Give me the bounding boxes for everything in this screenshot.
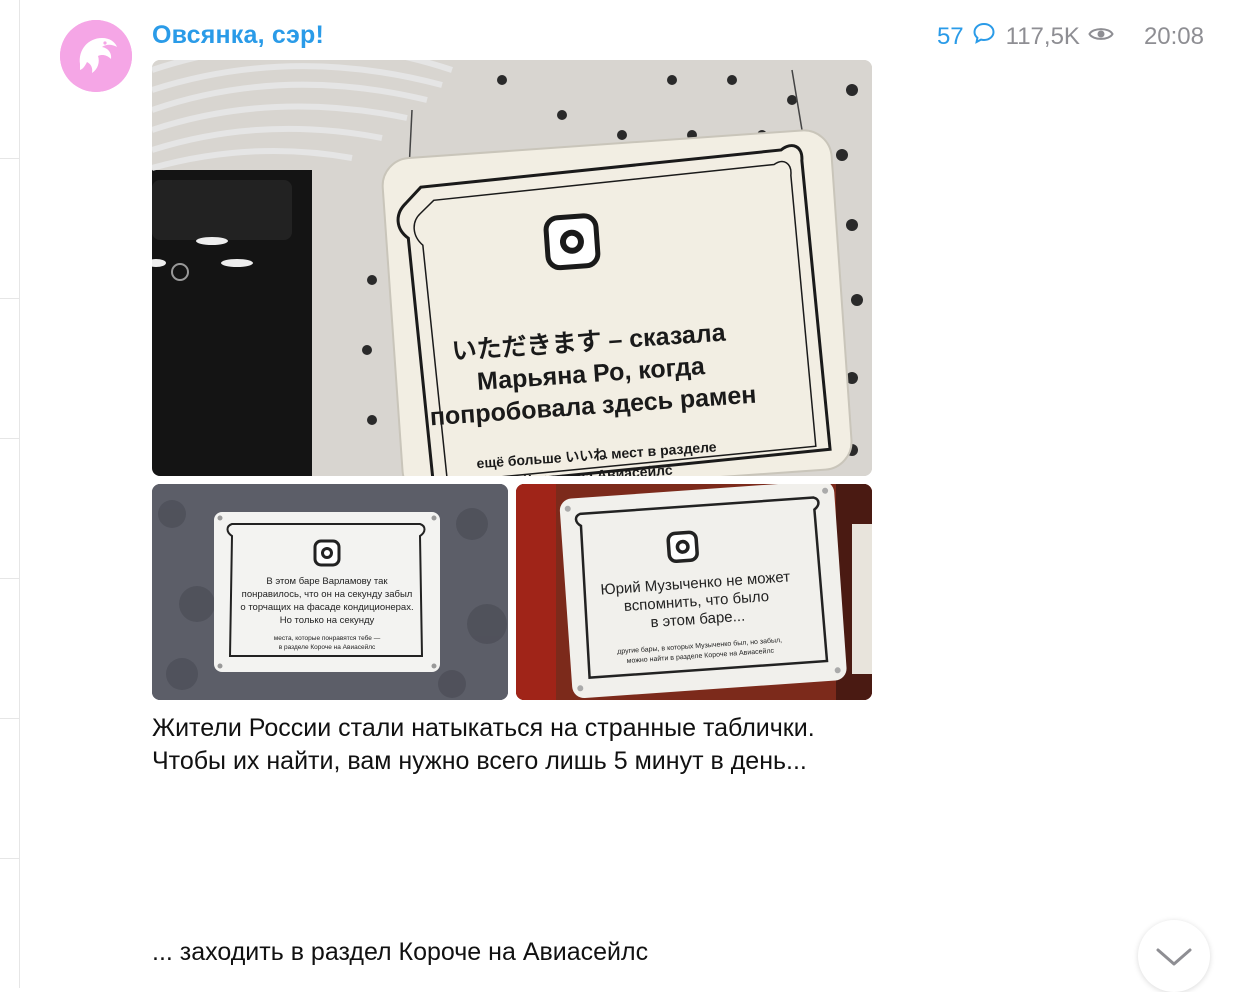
post-caption: Жители России стали натыкаться на странн… (152, 714, 815, 775)
eye-icon (1088, 23, 1114, 51)
sign-left-footer1: места, которые понравятся тебе — (274, 634, 381, 642)
channel-name[interactable]: Овсянка, сэр! (152, 21, 324, 50)
comments-count[interactable]: 57 (937, 23, 964, 51)
chevron-down-icon (1156, 948, 1192, 966)
post-meta: 57 117,5K 20:08 (937, 21, 1204, 52)
sign-left-footer2: в разделе Короче на Авиасейлс (279, 643, 376, 651)
views-count: 117,5K (1005, 22, 1080, 50)
scroll-down-button[interactable] (1138, 920, 1210, 992)
photo-left[interactable]: В этом баре Варламову так понравилось, ч… (152, 484, 508, 700)
sign-left-line3: о торчащих на фасаде кондиционерах. (240, 602, 413, 613)
dolphin-logo-icon (60, 20, 132, 92)
speech-bubble-icon[interactable] (972, 21, 996, 52)
post-time: 20:08 (1143, 22, 1204, 50)
photo-right[interactable]: Юрий Музыченко не может вспомнить, что б… (516, 484, 872, 700)
sign-left-line4: Но только на секунду (280, 615, 375, 626)
sign-left-line1: В этом баре Варламову так (266, 576, 388, 587)
sign-left-line2: понравилось, что он на секунду забыл (242, 589, 413, 600)
post-caption-continued: ... заходить в раздел Короче на Авиасейл… (152, 938, 649, 966)
photo-main[interactable]: いただきます – сказала Марьяна Ро, когда попро… (152, 60, 872, 476)
channel-avatar[interactable] (60, 20, 132, 92)
left-panel-edge (0, 0, 20, 988)
